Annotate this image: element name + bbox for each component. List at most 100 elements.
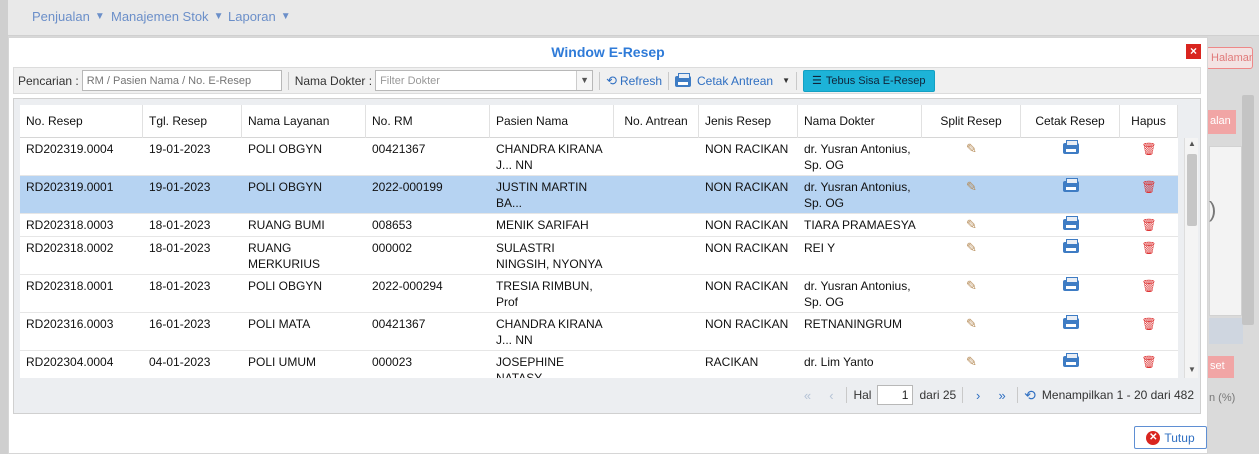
split-resep-icon[interactable]: ✎ <box>966 141 977 157</box>
cell-no-antrean <box>614 214 699 236</box>
col-jenis-resep[interactable]: Jenis Resep <box>699 105 798 138</box>
cell-pasien-nama: JUSTIN MARTIN BA... <box>496 180 588 210</box>
print-icon[interactable] <box>1062 140 1079 154</box>
col-no-resep[interactable]: No. Resep <box>20 105 143 138</box>
next-page-icon[interactable]: › <box>969 388 987 403</box>
background-scrollbar[interactable] <box>1242 95 1254 325</box>
scroll-up-icon[interactable]: ▲ <box>1185 139 1199 151</box>
trash-icon[interactable]: 🗑 <box>1141 354 1156 370</box>
trash-icon[interactable]: 🗑 <box>1141 141 1156 157</box>
print-icon[interactable] <box>1062 315 1079 329</box>
refresh-button[interactable]: ⟲ Refresh <box>606 73 662 89</box>
prev-page-icon[interactable]: ‹ <box>822 388 840 403</box>
col-tgl-resep[interactable]: Tgl. Resep <box>143 105 242 138</box>
cell-nama-dokter: TIARA PRAMAESYA <box>804 218 916 232</box>
first-page-icon[interactable]: « <box>798 388 816 403</box>
chevron-down-icon[interactable]: ▼ <box>576 71 593 90</box>
trash-icon[interactable]: 🗑 <box>1141 179 1156 195</box>
chevron-down-icon: ▼ <box>94 11 105 22</box>
col-nama-dokter[interactable]: Nama Dokter <box>798 105 922 138</box>
trash-cell: 🗑 <box>1120 138 1178 175</box>
print-icon[interactable] <box>1062 178 1079 192</box>
print-icon[interactable] <box>1062 216 1079 230</box>
tebus-sisa-e-resep-button[interactable]: ☰ Tebus Sisa E-Resep <box>802 69 935 92</box>
table-row[interactable]: RD202318.0003 18-01-2023 RUANG BUMI 008653 M… <box>20 214 1178 237</box>
trash-icon[interactable]: 🗑 <box>1141 316 1156 332</box>
cell-no-resep: RD202318.0003 <box>26 218 114 232</box>
nav-laporan[interactable]: Laporan ▼ <box>228 9 291 24</box>
cell-no-antrean <box>614 138 699 175</box>
split-resep-icon[interactable]: ✎ <box>966 354 977 370</box>
table-row[interactable]: RD202319.0001 19-01-2023 POLI OBGYN 2022-00… <box>20 176 1178 214</box>
pagination-bar: « ‹ Hal dari 25 › » ⟲ Menampilkan 1 - 20… <box>20 381 1198 409</box>
doctor-filter-placeholder: Filter Dokter <box>380 74 440 87</box>
col-no-rm[interactable]: No. RM <box>366 105 490 138</box>
col-split-resep[interactable]: Split Resep <box>922 105 1021 138</box>
background-percent-label: n (%) <box>1209 392 1236 404</box>
doctor-filter-select[interactable]: Filter Dokter ▼ <box>375 70 594 91</box>
last-page-icon[interactable]: » <box>993 388 1011 403</box>
cell-tgl-resep: 19-01-2023 <box>149 180 211 194</box>
grid-scrollbar[interactable]: ▲ ▼ <box>1184 138 1198 378</box>
col-nama-layanan[interactable]: Nama Layanan <box>242 105 366 138</box>
col-cetak-resep[interactable]: Cetak Resep <box>1021 105 1120 138</box>
table-row[interactable]: RD202318.0001 18-01-2023 POLI OBGYN 2022-00… <box>20 275 1178 313</box>
table-row[interactable]: RD202318.0002 18-01-2023 RUANG MERKURIUS 00… <box>20 237 1178 275</box>
cell-jenis-resep: NON RACIKAN <box>705 218 789 232</box>
close-icon[interactable]: × <box>1186 44 1201 59</box>
table-row[interactable]: RD202304.0004 04-01-2023 POLI UMUM 000023 JO… <box>20 351 1178 378</box>
cell-tgl-resep: 04-01-2023 <box>149 355 211 369</box>
trash-icon[interactable]: 🗑 <box>1141 278 1156 294</box>
col-hapus[interactable]: Hapus <box>1120 105 1178 138</box>
tebus-label: Tebus Sisa E-Resep <box>825 74 926 87</box>
cell-nama-dokter: REI Y <box>804 241 836 255</box>
trash-icon[interactable]: 🗑 <box>1141 240 1156 256</box>
table-row[interactable]: RD202316.0003 16-01-2023 POLI MATA 00421367… <box>20 313 1178 351</box>
background-button-2[interactable]: set <box>1206 356 1234 378</box>
nav-penjualan[interactable]: Penjualan ▼ <box>32 9 105 24</box>
background-button-1[interactable]: alan <box>1206 110 1236 134</box>
split-resep-icon[interactable]: ✎ <box>966 240 977 256</box>
cell-nama-layanan: RUANG MERKURIUS <box>248 241 321 271</box>
cetak-antrean-button[interactable]: Cetak Antrean ▼ <box>675 73 790 88</box>
split-resep-icon[interactable]: ✎ <box>966 278 977 294</box>
search-input[interactable] <box>81 70 282 91</box>
print-icon[interactable] <box>1062 239 1079 253</box>
tutup-button[interactable]: ✕ Tutup <box>1134 426 1207 449</box>
cell-tgl-resep: 16-01-2023 <box>149 317 211 331</box>
trash-icon[interactable]: 🗑 <box>1141 217 1156 233</box>
cell-jenis-resep: NON RACIKAN <box>705 241 789 255</box>
scroll-thumb[interactable] <box>1187 154 1197 226</box>
pager-refresh-icon[interactable]: ⟲ <box>1024 387 1036 404</box>
split-resep-icon[interactable]: ✎ <box>966 316 977 332</box>
cell-nama-dokter: dr. Yusran Antonius, Sp. OG <box>804 180 911 210</box>
print-icon[interactable] <box>1062 277 1079 291</box>
toolbar-divider <box>795 71 797 90</box>
print-cell <box>1021 138 1120 175</box>
chevron-down-icon: ▼ <box>280 11 291 22</box>
col-no-antrean[interactable]: No. Antrean <box>614 105 699 138</box>
refresh-icon: ⟲ <box>606 72 617 88</box>
cell-jenis-resep: NON RACIKAN <box>705 317 789 331</box>
table-row[interactable]: RD202319.0004 19-01-2023 POLI OBGYN 0042136… <box>20 138 1178 176</box>
toolbar-divider <box>668 71 669 90</box>
pager-summary: Menampilkan 1 - 20 dari 482 <box>1041 388 1194 402</box>
background-halaman-button[interactable]: Halaman <box>1206 47 1253 69</box>
page-number-input[interactable] <box>877 385 914 405</box>
split-resep-cell: ✎ <box>922 237 1021 274</box>
list-icon: ☰ <box>811 75 822 87</box>
nav-manajemen-stok[interactable]: Manajemen Stok ▼ <box>111 9 223 24</box>
cell-tgl-resep: 19-01-2023 <box>149 142 211 156</box>
cell-no-rm: 2022-000294 <box>372 279 443 293</box>
cell-tgl-resep: 18-01-2023 <box>149 218 211 232</box>
split-resep-icon[interactable]: ✎ <box>966 179 977 195</box>
split-resep-icon[interactable]: ✎ <box>966 217 977 233</box>
col-pasien-nama[interactable]: Pasien Nama <box>490 105 614 138</box>
cell-no-resep: RD202304.0004 <box>26 355 114 369</box>
cell-pasien-nama: MENIK SARIFAH <box>496 218 589 232</box>
grid-header: No. Resep Tgl. Resep Nama Layanan No. RM… <box>20 105 1178 138</box>
print-icon[interactable] <box>1062 353 1079 367</box>
split-resep-cell: ✎ <box>922 138 1021 175</box>
cell-nama-dokter: dr. Yusran Antonius, Sp. OG <box>804 279 911 309</box>
scroll-down-icon[interactable]: ▼ <box>1185 365 1199 377</box>
